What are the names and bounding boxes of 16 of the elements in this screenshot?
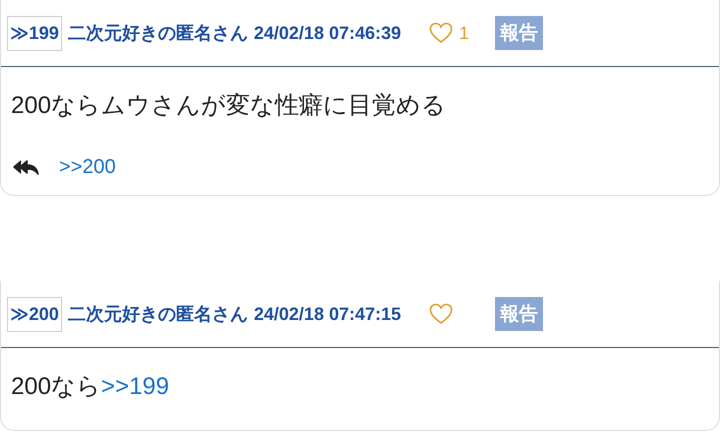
anchor-link[interactable]: >>199 (101, 373, 170, 400)
report-button[interactable]: 報告 (495, 16, 544, 50)
post-date: 24/02/18 07:46:39 (254, 22, 402, 44)
report-button[interactable]: 報告 (495, 297, 544, 331)
post-number-link[interactable]: ≫200 (7, 296, 62, 332)
post-body: 200ならムウさんが変な性癖に目覚める (10, 91, 448, 121)
post-date: 24/02/18 07:47:15 (254, 304, 402, 324)
reply-link[interactable]: >>200 (59, 156, 116, 178)
heart-icon[interactable] (429, 303, 454, 325)
author-name: 二次元好きの匿名さん (68, 22, 248, 45)
like-count: 1 (459, 22, 470, 44)
reply-all-icon (13, 158, 39, 176)
post-body: 200なら>>199 (10, 372, 170, 402)
heart-icon[interactable] (429, 22, 454, 44)
post-number-link[interactable]: ≫199 (7, 16, 62, 50)
author-name: 二次元好きの匿名さん (68, 303, 248, 326)
